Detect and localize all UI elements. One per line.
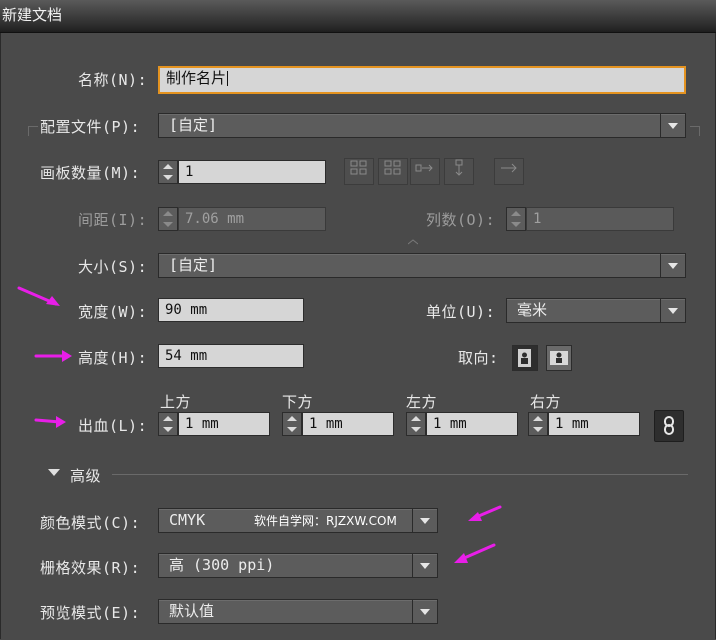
right-to-left-icon[interactable] (494, 158, 524, 185)
annotation-arrow-color-mode (468, 505, 502, 521)
profile-label: 配置文件(P): (40, 118, 141, 136)
width-label: 宽度(W): (78, 303, 148, 321)
portrait-icon (518, 349, 531, 367)
width-input[interactable]: 90 mm (158, 298, 304, 322)
landscape-icon (550, 351, 568, 365)
bleed-left-stepper[interactable] (406, 412, 426, 436)
bleed-right-label: 右方 (530, 393, 562, 411)
size-value: [自定] (169, 256, 218, 274)
window-title: 新建文档 (2, 6, 63, 24)
bleed-bottom-label: 下方 (282, 393, 314, 411)
bleed-top-input[interactable]: 1 mm (178, 412, 270, 436)
columns-stepper (506, 207, 526, 231)
spacing-stepper (158, 207, 178, 231)
bleed-top-stepper[interactable] (158, 412, 178, 436)
chevron-down-icon (412, 554, 437, 577)
bleed-top-label: 上方 (160, 393, 192, 411)
annotation-arrow-height (34, 350, 72, 362)
advanced-label[interactable]: 高级 (70, 465, 101, 486)
corner-mark-icon (407, 231, 419, 245)
units-label: 单位(U): (426, 303, 496, 321)
portrait-orientation-button[interactable] (512, 345, 538, 371)
orientation-label: 取向: (458, 349, 499, 367)
chevron-down-icon (660, 254, 685, 277)
raster-value: 高 (300 ppi) (169, 556, 275, 574)
arrange-by-column-icon[interactable] (444, 158, 474, 185)
landscape-orientation-button[interactable] (546, 345, 572, 371)
raster-label: 栅格效果(R): (40, 559, 141, 577)
group-line-corner (28, 126, 29, 136)
title-bar: 新建文档 (0, 0, 716, 33)
chevron-down-icon (660, 299, 685, 322)
bleed-left-input[interactable]: 1 mm (426, 412, 518, 436)
advanced-divider (112, 474, 688, 475)
group-line-left (28, 126, 38, 127)
color-mode-value: CMYK (169, 511, 206, 529)
annotation-arrow-width (17, 286, 60, 306)
spacing-input: 7.06 mm (178, 207, 326, 231)
chevron-down-icon (660, 114, 685, 137)
bleed-bottom-stepper[interactable] (282, 412, 302, 436)
bleed-right-stepper[interactable] (528, 412, 548, 436)
profile-value: [自定] (169, 116, 218, 134)
watermark-text: 软件自学网：RJZXW.COM (254, 514, 397, 528)
size-dropdown[interactable]: [自定] (158, 253, 686, 278)
link-bleed-button[interactable] (654, 410, 684, 442)
bleed-right-input[interactable]: 1 mm (548, 412, 640, 436)
profile-dropdown[interactable]: [自定] (158, 113, 686, 138)
columns-label: 列数(O): (426, 211, 496, 229)
chevron-down-icon (412, 509, 437, 532)
preview-value: 默认值 (169, 602, 215, 620)
text-caret (227, 71, 229, 86)
annotation-arrow-raster (454, 543, 496, 563)
arrange-by-row-icon[interactable] (410, 158, 440, 185)
grid-by-row-icon[interactable] (344, 158, 374, 185)
columns-input: 1 (526, 207, 674, 231)
units-dropdown[interactable]: 毫米 (506, 298, 686, 323)
preview-dropdown[interactable]: 默认值 (158, 599, 438, 624)
annotation-arrow-bleed (34, 416, 66, 428)
expand-triangle-icon[interactable] (48, 469, 60, 476)
artboards-stepper[interactable] (158, 160, 178, 184)
bleed-bottom-input[interactable]: 1 mm (302, 412, 394, 436)
chevron-down-icon (412, 600, 437, 623)
raster-dropdown[interactable]: 高 (300 ppi) (158, 553, 438, 578)
preview-label: 预览模式(E): (40, 604, 141, 622)
height-label: 高度(H): (78, 349, 148, 367)
bleed-left-label: 左方 (406, 393, 438, 411)
name-input[interactable]: 制作名片 (158, 66, 686, 94)
height-input[interactable]: 54 mm (158, 344, 304, 368)
artboards-label: 画板数量(M): (40, 164, 141, 182)
name-value: 制作名片 (166, 69, 227, 87)
group-line-corner-right (699, 126, 700, 136)
spacing-label: 间距(I): (78, 211, 148, 229)
chain-link-icon (664, 416, 674, 435)
grid-by-column-icon[interactable] (378, 158, 408, 185)
units-value: 毫米 (517, 301, 548, 319)
name-label: 名称(N): (78, 71, 148, 89)
color-mode-label: 颜色模式(C): (40, 514, 141, 532)
bleed-label: 出血(L): (78, 417, 148, 435)
size-label: 大小(S): (78, 258, 148, 276)
artboards-input[interactable]: 1 (178, 160, 326, 184)
